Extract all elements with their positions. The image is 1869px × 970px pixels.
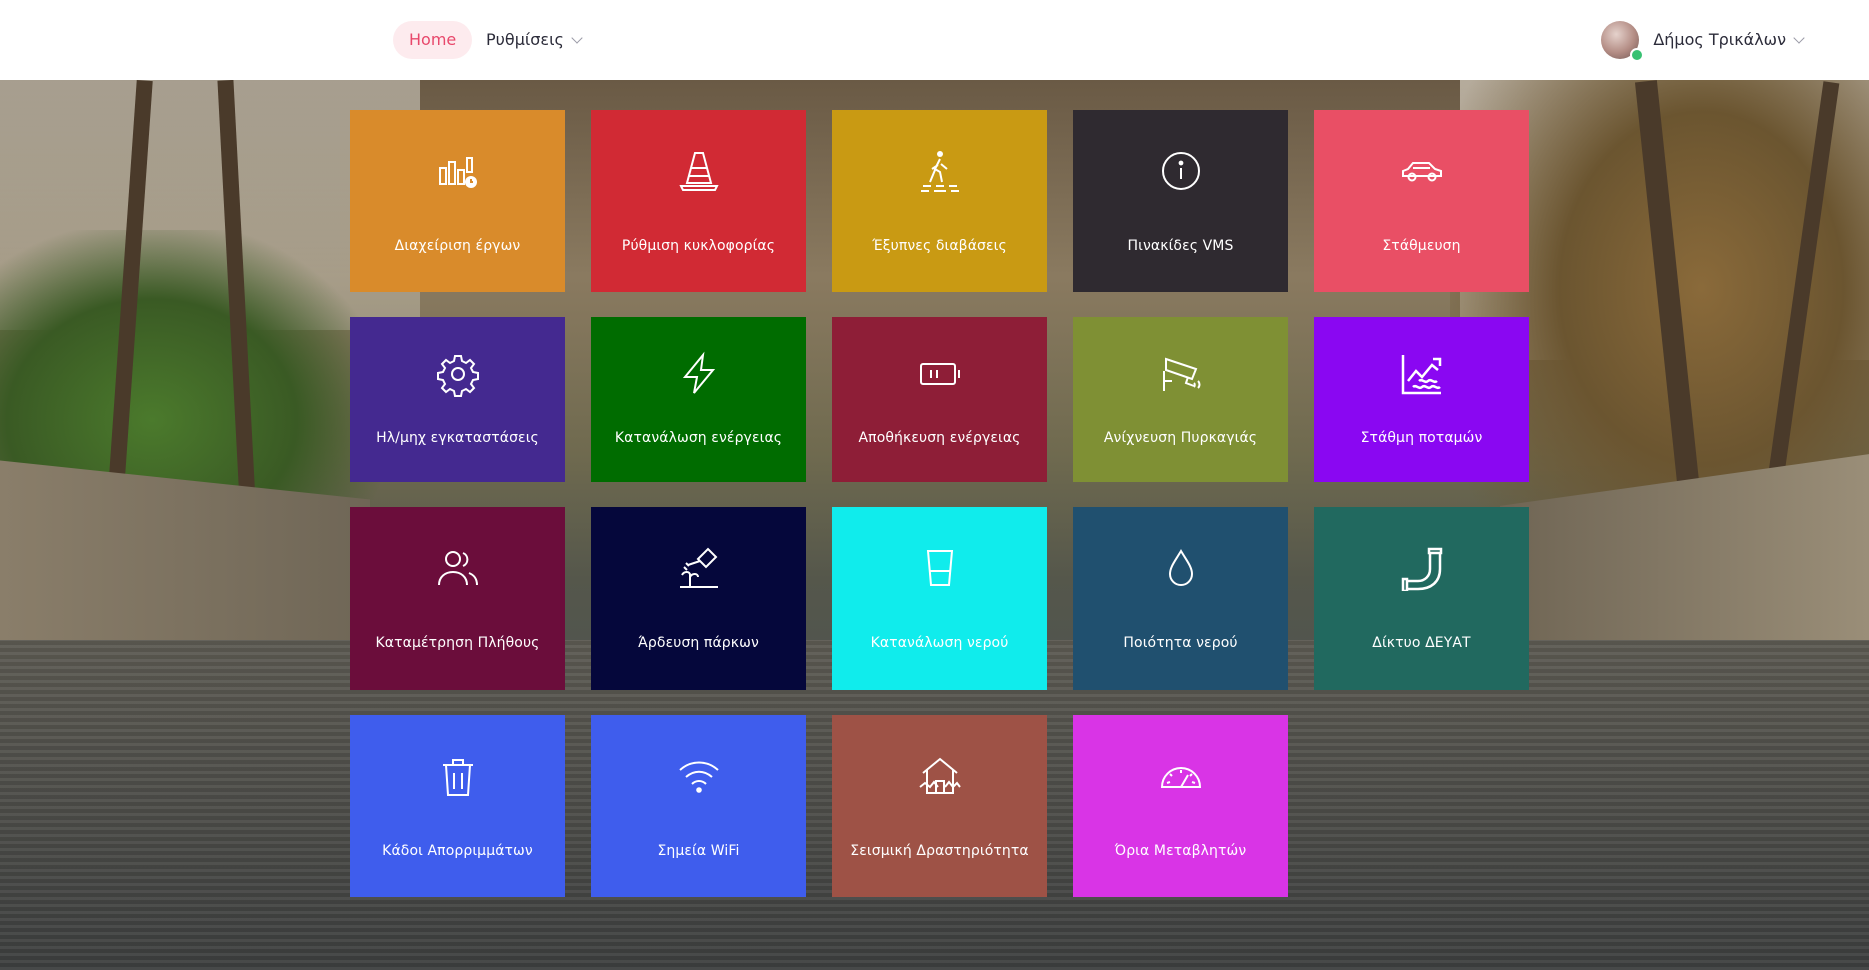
traffic-cone-icon — [676, 148, 722, 194]
water-drop-icon — [1158, 545, 1204, 591]
tile-label: Καταμέτρηση Πλήθους — [375, 635, 540, 651]
online-status-dot — [1630, 48, 1645, 62]
people-icon — [435, 545, 481, 591]
tile-label: Έξυπνες διαβάσεις — [872, 238, 1007, 254]
tile-label: Άρδευση πάρκων — [638, 635, 759, 651]
tile-label: Στάθμευση — [1382, 238, 1461, 254]
chevron-down-icon — [571, 32, 583, 44]
tile-energy-consumption[interactable]: Κατανάλωση ενέργειας — [591, 317, 806, 482]
tile-seismic-activity[interactable]: Σεισμική Δραστηριότητα — [832, 715, 1047, 897]
user-name: Δήμος Τρικάλων — [1653, 30, 1786, 49]
tile-label: Κατανάλωση νερού — [870, 635, 1009, 651]
bar-chart-clock-icon — [435, 148, 481, 194]
chevron-down-icon — [1793, 32, 1805, 44]
tile-label: Σεισμική Δραστηριότητα — [850, 843, 1029, 859]
nav-settings-dropdown[interactable]: Ρυθμίσεις — [486, 21, 583, 59]
earthquake-house-icon — [917, 753, 963, 799]
tile-deyat-network[interactable]: Δίκτυο ΔΕΥΑΤ — [1314, 507, 1529, 690]
tile-label: Διαχείριση έργων — [394, 238, 521, 254]
tile-label: Αποθήκευση ενέργειας — [858, 430, 1021, 446]
tile-crowd-counting[interactable]: Καταμέτρηση Πλήθους — [350, 507, 565, 690]
tile-label: Ανίχνευση Πυρκαγιάς — [1103, 430, 1258, 446]
tile-park-irrigation[interactable]: Άρδευση πάρκων — [591, 507, 806, 690]
tile-water-consumption[interactable]: Κατανάλωση νερού — [832, 507, 1047, 690]
tile-label: Κατανάλωση ενέργειας — [614, 430, 783, 446]
nav-home-link[interactable]: Home — [393, 21, 473, 59]
tile-label: Ποιότητα νερού — [1123, 635, 1238, 651]
trash-bin-icon — [435, 753, 481, 799]
pipe-icon — [1399, 545, 1445, 591]
tile-waste-bins[interactable]: Κάδοι Απορριμμάτων — [350, 715, 565, 897]
tile-label: Ρύθμιση κυκλοφορίας — [621, 238, 776, 254]
tile-wifi-spots[interactable]: Σημεία WiFi — [591, 715, 806, 897]
info-circle-icon — [1158, 148, 1204, 194]
tile-vms-signs[interactable]: Πινακίδες VMS — [1073, 110, 1288, 292]
tile-river-levels[interactable]: Στάθμη ποταμών — [1314, 317, 1529, 482]
tile-water-quality[interactable]: Ποιότητα νερού — [1073, 507, 1288, 690]
top-navigation-bar: Home Ρυθμίσεις Δήμος Τρικάλων — [0, 0, 1869, 80]
tile-label: Δίκτυο ΔΕΥΑΤ — [1372, 635, 1471, 651]
gear-icon — [435, 351, 481, 397]
tile-variable-limits[interactable]: Όρια Μεταβλητών — [1073, 715, 1288, 897]
user-menu[interactable]: Δήμος Τρικάλων — [1601, 21, 1805, 62]
tile-label: Ηλ/μηχ εγκαταστάσεις — [376, 430, 539, 446]
security-camera-icon — [1158, 351, 1204, 397]
nav-settings-label: Ρυθμίσεις — [486, 30, 564, 49]
tile-traffic-control[interactable]: Ρύθμιση κυκλοφορίας — [591, 110, 806, 292]
tile-label: Στάθμη ποταμών — [1360, 430, 1483, 446]
watering-can-icon — [676, 545, 722, 591]
tile-parking[interactable]: Στάθμευση — [1314, 110, 1529, 292]
lightning-icon — [676, 351, 722, 397]
tile-label: Κάδοι Απορριμμάτων — [382, 843, 533, 859]
river-level-chart-icon — [1399, 351, 1445, 397]
tile-energy-storage[interactable]: Αποθήκευση ενέργειας — [832, 317, 1047, 482]
tile-label: Όρια Μεταβλητών — [1114, 843, 1247, 859]
battery-icon — [917, 351, 963, 397]
wifi-icon — [676, 753, 722, 799]
tile-label: Σημεία WiFi — [657, 843, 740, 859]
tile-electromechanical[interactable]: Ηλ/μηχ εγκαταστάσεις — [350, 317, 565, 482]
pedestrian-crossing-icon — [917, 148, 963, 194]
water-glass-icon — [917, 545, 963, 591]
gauge-icon — [1158, 753, 1204, 799]
car-icon — [1399, 148, 1445, 194]
tile-label: Πινακίδες VMS — [1127, 238, 1234, 254]
tile-project-management[interactable]: Διαχείριση έργων — [350, 110, 565, 292]
tile-smart-crossings[interactable]: Έξυπνες διαβάσεις — [832, 110, 1047, 292]
tile-fire-detection[interactable]: Ανίχνευση Πυρκαγιάς — [1073, 317, 1288, 482]
